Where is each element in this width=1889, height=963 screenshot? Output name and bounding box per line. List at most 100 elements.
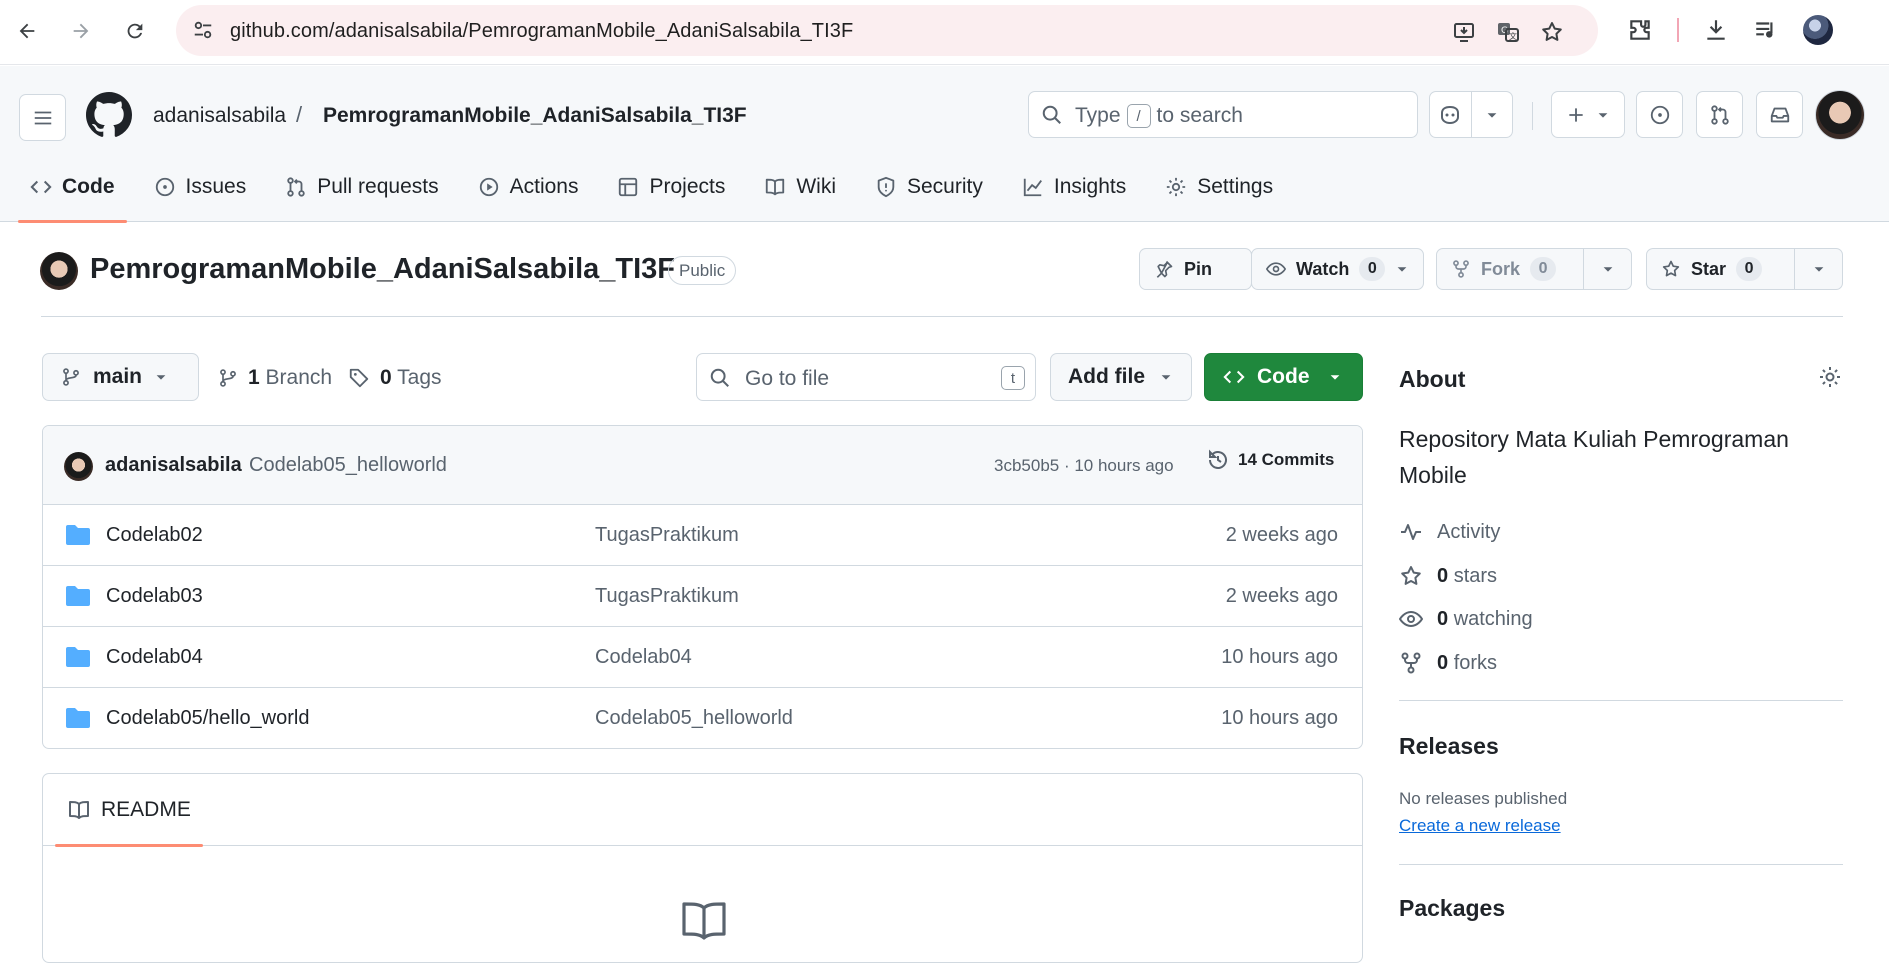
url-text[interactable]: github.com/adanisalsabila/PemrogramanMob… — [230, 20, 853, 43]
gear-icon[interactable] — [1818, 365, 1842, 389]
file-name[interactable]: Codelab03 — [106, 585, 203, 608]
star-dropdown[interactable] — [1794, 249, 1842, 289]
branch-selector[interactable]: main — [42, 353, 199, 401]
commit-message[interactable]: Codelab05_helloworld — [249, 454, 447, 477]
back-arrow-icon — [19, 23, 35, 39]
commit-hash-time[interactable]: 3cb50b5 · 10 hours ago — [994, 456, 1174, 476]
tab-code[interactable]: Code — [18, 152, 127, 223]
stars-link[interactable]: 0 stars — [1399, 564, 1497, 588]
table-row[interactable]: Codelab04 Codelab04 10 hours ago — [43, 627, 1362, 688]
latest-commit-bar: adanisalsabila Codelab05_helloworld 3cb5… — [43, 426, 1362, 505]
pulse-icon — [1401, 524, 1421, 540]
menu-button[interactable] — [19, 94, 66, 141]
site-settings-icon[interactable] — [192, 19, 214, 41]
github-logo-icon[interactable] — [86, 92, 132, 138]
readme-tab[interactable]: README — [55, 774, 203, 847]
add-file-button[interactable]: Add file — [1050, 353, 1192, 401]
forward-button[interactable] — [66, 16, 96, 46]
code-dropdown-button[interactable]: Code — [1204, 353, 1363, 401]
fork-button[interactable]: Fork 0 — [1436, 248, 1632, 290]
pull-requests-button[interactable] — [1696, 91, 1743, 138]
breadcrumb-repo[interactable]: PemrogramanMobile_AdaniSalsabila_TI3F — [323, 104, 747, 128]
tab-label: Wiki — [796, 175, 836, 198]
repo-title[interactable]: PemrogramanMobile_AdaniSalsabila_TI3F — [90, 253, 675, 286]
table-row[interactable]: Codelab03 TugasPraktikum 2 weeks ago — [43, 566, 1362, 627]
back-button[interactable] — [12, 16, 42, 46]
eye-icon — [1266, 262, 1286, 276]
forks-label: forks — [1453, 651, 1498, 674]
chevron-down-icon — [1603, 267, 1612, 272]
file-name[interactable]: Codelab02 — [106, 524, 203, 547]
branches-link[interactable]: 1 Branch — [218, 366, 332, 390]
tab-wiki[interactable]: Wiki — [752, 152, 848, 222]
hamburger-icon — [34, 111, 51, 124]
go-to-file-input[interactable]: Go to file t — [696, 353, 1036, 401]
gear-icon — [1167, 177, 1186, 197]
repo-owner-avatar[interactable] — [40, 252, 78, 290]
tags-link[interactable]: 0 Tags — [348, 366, 442, 390]
watch-button[interactable]: Watch 0 — [1251, 248, 1424, 290]
extensions-icon[interactable] — [1627, 17, 1653, 43]
commit-author-avatar[interactable] — [64, 452, 93, 481]
star-button[interactable]: Star 0 — [1646, 248, 1843, 290]
table-row[interactable]: Codelab02 TugasPraktikum 2 weeks ago — [43, 505, 1362, 566]
branch-count: 1 — [248, 366, 260, 389]
forks-count: 0 — [1437, 651, 1449, 674]
translate-icon[interactable]: G文 — [1496, 20, 1520, 44]
tab-security[interactable]: Security — [863, 152, 995, 222]
commit-author[interactable]: adanisalsabila — [105, 454, 242, 477]
install-app-icon[interactable] — [1452, 20, 1476, 44]
forks-link[interactable]: 0 forks — [1399, 651, 1497, 675]
watch-label: Watch — [1296, 258, 1350, 279]
reload-button[interactable] — [120, 16, 150, 46]
search-input[interactable]: Type / to search — [1028, 91, 1418, 138]
code-button-label: Code — [1257, 365, 1310, 388]
go-to-file-shortcut: t — [1001, 366, 1025, 390]
star-icon — [1401, 566, 1421, 585]
table-row[interactable]: Codelab05/hello_world Codelab05_hellowor… — [43, 688, 1362, 748]
tab-issues[interactable]: Issues — [142, 152, 259, 222]
fork-dropdown[interactable] — [1583, 249, 1631, 289]
file-commit-message[interactable]: Codelab04 — [595, 646, 692, 669]
create-new-button[interactable] — [1551, 91, 1625, 138]
graph-icon — [1023, 178, 1042, 197]
shield-icon — [877, 176, 895, 198]
pin-label: Pin — [1184, 258, 1213, 279]
chevron-down-icon — [1161, 375, 1171, 380]
file-commit-message[interactable]: Codelab05_helloworld — [595, 707, 793, 730]
tab-insights[interactable]: Insights — [1010, 152, 1138, 222]
star-count: 0 — [1736, 257, 1763, 281]
inbox-button[interactable] — [1756, 91, 1803, 138]
watching-link[interactable]: 0 watching — [1399, 607, 1533, 631]
chevron-down-icon — [1397, 267, 1407, 272]
tab-pull-requests[interactable]: Pull requests — [273, 152, 450, 222]
tab-actions[interactable]: Actions — [466, 152, 591, 222]
tab-projects[interactable]: Projects — [605, 152, 737, 222]
file-commit-message[interactable]: TugasPraktikum — [595, 585, 739, 608]
browser-profile-avatar[interactable] — [1803, 15, 1833, 45]
activity-link[interactable]: Activity — [1399, 520, 1500, 544]
releases-heading[interactable]: Releases — [1399, 733, 1499, 760]
issues-button[interactable] — [1636, 91, 1683, 138]
bookmark-star-icon[interactable] — [1540, 20, 1564, 44]
folder-icon — [66, 708, 90, 728]
breadcrumb-owner[interactable]: adanisalsabila — [153, 104, 286, 128]
branch-icon — [63, 368, 79, 386]
copilot-button[interactable] — [1429, 91, 1513, 138]
file-name[interactable]: Codelab05/hello_world — [106, 707, 309, 730]
pin-button[interactable]: Pin — [1139, 248, 1252, 290]
commits-link[interactable]: 14 Commits — [1206, 448, 1334, 472]
media-controls-icon[interactable] — [1753, 17, 1779, 43]
table-icon — [619, 177, 638, 197]
packages-heading[interactable]: Packages — [1399, 895, 1505, 922]
address-bar[interactable]: github.com/adanisalsabila/PemrogramanMob… — [176, 5, 1598, 56]
downloads-icon[interactable] — [1703, 17, 1729, 43]
search-icon — [1042, 105, 1061, 124]
file-commit-message[interactable]: TugasPraktikum — [595, 524, 739, 547]
file-name[interactable]: Codelab04 — [106, 646, 203, 669]
tab-settings[interactable]: Settings — [1153, 152, 1285, 222]
fork-count: 0 — [1530, 257, 1557, 281]
create-release-link[interactable]: Create a new release — [1399, 816, 1561, 836]
user-avatar[interactable] — [1815, 90, 1865, 140]
header-divider — [1532, 102, 1533, 130]
